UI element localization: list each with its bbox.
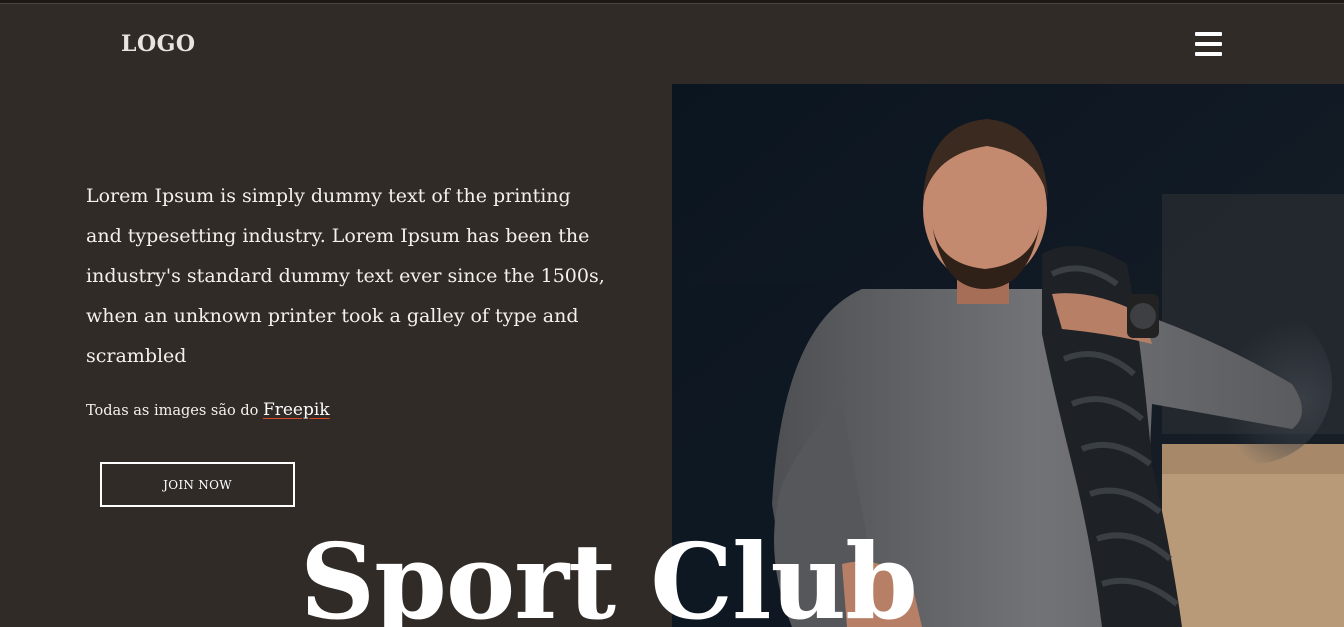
hamburger-menu-icon[interactable] (1195, 31, 1222, 57)
hero-title: Sport Club (300, 520, 918, 627)
credit-text: Todas as images são do (86, 403, 259, 419)
menu-bar (1195, 42, 1222, 46)
hero-description: Lorem Ipsum is simply dummy text of the … (86, 185, 605, 367)
freepik-link[interactable]: Freepik (263, 400, 330, 420)
image-credit: Todas as images são do Freepik (86, 400, 330, 420)
logo[interactable]: LOGO (121, 31, 196, 57)
join-now-button[interactable]: JOIN NOW (100, 462, 295, 507)
menu-bar (1195, 32, 1222, 36)
menu-bar (1195, 52, 1222, 56)
top-border (0, 0, 1344, 4)
